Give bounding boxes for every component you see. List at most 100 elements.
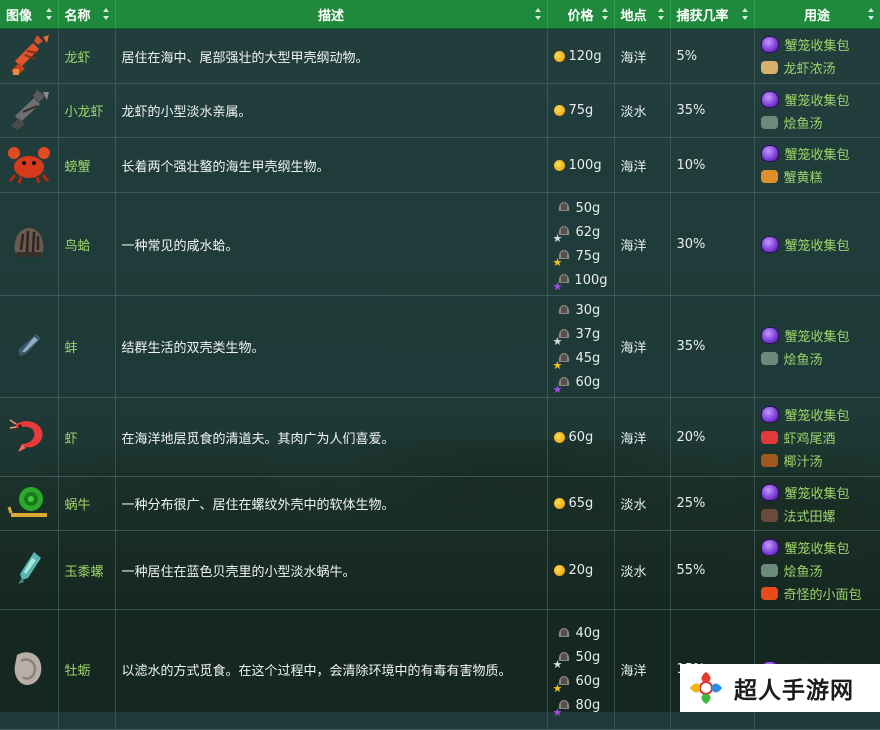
crab-pot-table: 图像 名称 描述 价格 地点 捕获几率 用途 龙虾 居住在海中、尾部强壮的大型甲壳… [0,0,880,730]
use-link[interactable]: 蟹笼收集包 [760,324,874,347]
use-link[interactable]: 烩鱼汤 [760,347,874,370]
use-link[interactable]: 蟹笼收集包 [760,403,874,426]
item-description: 龙虾的小型淡水亲属。 [115,83,548,138]
price-value: 100g [568,157,602,173]
sort-icon[interactable] [741,8,749,20]
col-header-desc[interactable]: 描述 [115,0,548,29]
use-label: 蟹笼收集包 [784,93,850,109]
item-name[interactable]: 蚌 [58,295,116,398]
item-name[interactable]: 蜗牛 [58,476,116,531]
table-row: 虾在海洋地层觅食的清道夫。其肉广为人们喜爱。 60g 海洋 20% 蟹笼收集包 虾鸡尾酒椰… [0,397,880,477]
price-value: 50g [575,650,601,665]
sort-icon[interactable] [45,8,53,20]
sort-icon[interactable] [102,8,110,20]
item-name[interactable]: 虾 [58,397,116,477]
col-header-price[interactable]: 价格 [547,0,615,29]
price-value: 65g [568,496,594,511]
price-value: 37g [575,327,601,342]
price-line: ★ 75g [553,244,608,269]
col-header-name[interactable]: 名称 [58,0,116,29]
price-line: 60g [553,425,608,449]
use-link[interactable]: 法式田螺 [760,504,874,527]
use-link[interactable]: 虾鸡尾酒 [760,426,874,449]
table-row: 龙虾 居住在海中、尾部强壮的大型甲壳纲动物。 120g 海洋 5% 蟹笼收集包 龙虾浓汤 [0,28,880,84]
use-link[interactable]: 蟹笼收集包 [760,481,874,504]
sort-icon[interactable] [601,8,609,20]
sort-icon[interactable] [657,8,665,20]
use-label: 蟹笼收集包 [784,486,850,502]
use-label: 龙虾浓汤 [783,62,836,77]
watermark-logo-icon [690,672,722,704]
cockle-icon[interactable] [9,228,49,266]
item-image-cell [0,476,59,531]
sort-icon[interactable] [867,8,875,20]
use-link[interactable]: 蟹笼收集包 [760,536,874,559]
lobster-icon[interactable] [7,35,51,81]
item-catch-rate: 30% [670,192,755,296]
price-line: ★ 37g [553,323,608,347]
use-link[interactable]: 蟹笼收集包 [760,33,874,56]
use-link[interactable]: 龙虾浓汤 [760,56,874,79]
item-name[interactable]: 玉黍螺 [58,530,116,610]
col-header-image[interactable]: 图像 [0,0,59,29]
crab-icon[interactable] [7,147,51,189]
item-image-cell [0,530,59,610]
use-label: 虾鸡尾酒 [783,431,836,447]
use-label: 烩鱼汤 [783,564,823,580]
item-name[interactable]: 龙虾 [58,28,116,84]
item-price-cell: 50g ★ 62g ★ 75g ★ 100g [547,192,615,296]
item-price-cell: 30g ★ 37g ★ 45g ★ 60g [547,295,615,398]
use-label: 蟹笼收集包 [784,238,850,254]
price-value: 50g [575,200,601,216]
item-description: 在海洋地层觅食的清道夫。其肉广为人们喜爱。 [115,397,548,477]
use-link[interactable]: 蟹笼收集包 [760,88,874,111]
use-link[interactable]: 椰汁汤 [760,449,874,472]
coin-icon [553,564,565,576]
oyster-icon[interactable] [9,651,49,693]
item-location: 淡水 [614,476,671,531]
item-uses-cell: 蟹笼收集包 蟹黄糕 [754,137,880,193]
use-link[interactable]: 蟹笼收集包 [760,233,874,256]
shrimp-icon[interactable] [8,419,50,460]
table-row: 鸟蛤 一种常见的咸水蛤。 50g ★ 62g ★ 75g ★ 100g 海洋 30% 蟹笼收集包 [0,192,880,296]
iridium-quality-icon: ★ [553,374,572,395]
item-price-cell: 20g [547,530,615,610]
item-image-cell [0,295,59,398]
item-name[interactable]: 小龙虾 [58,83,116,138]
use-link[interactable]: 烩鱼汤 [760,111,874,134]
fish-stew-icon [760,115,778,129]
item-name[interactable]: 螃蟹 [58,137,116,193]
mussel-icon[interactable] [14,333,44,364]
item-uses-cell: 蟹笼收集包 [754,192,880,296]
use-link[interactable]: 奇怪的小面包 [760,582,874,605]
use-link[interactable]: 蟹黄糕 [760,165,874,188]
item-location: 海洋 [614,397,671,477]
item-catch-rate: 35% [670,83,755,138]
item-uses-cell: 蟹笼收集包虾鸡尾酒椰汁汤 [754,397,880,477]
price-line: ★ 60g [553,371,608,395]
col-header-catch-rate[interactable]: 捕获几率 [670,0,755,29]
col-header-uses[interactable]: 用途 [754,0,880,29]
item-catch-rate: 35% [670,295,755,398]
price-line: 65g [553,492,608,516]
table-header-row: 图像 名称 描述 价格 地点 捕获几率 用途 [0,0,880,29]
use-link[interactable]: 蟹笼收集包 [760,142,874,165]
item-name[interactable]: 鸟蛤 [58,192,116,296]
use-label: 蟹笼收集包 [784,148,850,163]
price-value: 30g [575,303,601,318]
price-line: ★ 100g [553,268,608,293]
coconut-soup-icon [760,453,778,467]
coin-icon [553,105,565,116]
crab-pot-icon [760,326,779,344]
periwinkle-icon[interactable] [14,552,44,590]
sort-icon[interactable] [534,8,542,20]
price-line: ★ 62g [553,220,608,245]
col-header-location[interactable]: 地点 [614,0,671,29]
price-value: 75g [568,103,594,118]
use-link[interactable]: 烩鱼汤 [760,559,874,582]
crayfish-icon[interactable] [7,89,51,136]
item-description: 一种常见的咸水蛤。 [115,192,548,296]
snail-icon[interactable] [7,486,51,525]
shell-price-icon [554,302,572,320]
watermark-logo: 超人手游网 [680,664,880,712]
